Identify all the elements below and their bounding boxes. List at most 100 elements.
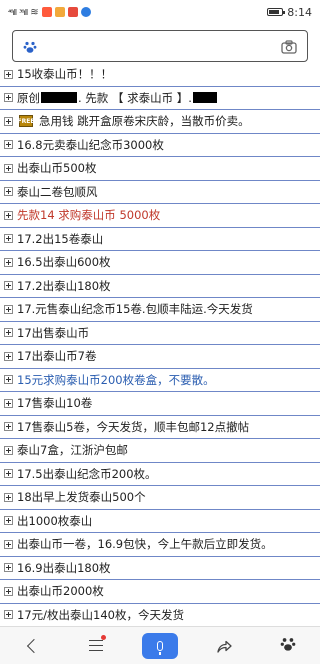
- thread-row[interactable]: 先款14 求购泰山币 5000枚: [0, 204, 320, 228]
- thread-row[interactable]: 出泰山币一卷，16.9包快，今上午款后立即发货。: [0, 533, 320, 557]
- expand-icon[interactable]: [4, 516, 13, 526]
- expand-icon[interactable]: [4, 93, 13, 103]
- home-button[interactable]: [268, 631, 308, 661]
- thread-row[interactable]: 17元/枚出泰山140枚，今天发货: [0, 604, 320, 627]
- expand-icon[interactable]: [4, 234, 13, 244]
- expand-icon[interactable]: [4, 210, 13, 220]
- thread-title: 17元/枚出泰山140枚，今天发货: [17, 607, 184, 622]
- thread-title: 17出售泰山币: [17, 325, 90, 340]
- thread-title: 17售泰山5卷，今天发货，顺丰包邮12点撤帖: [17, 419, 250, 434]
- expand-icon[interactable]: [4, 328, 13, 338]
- thread-row[interactable]: 17.2出泰山180枚: [0, 275, 320, 298]
- expand-icon[interactable]: [4, 469, 13, 479]
- thread-title: 18出早上发货泰山500个: [17, 490, 146, 505]
- thread-title: 15元求购泰山币200枚卷盒，不要散。: [17, 372, 215, 387]
- share-button[interactable]: [204, 631, 244, 661]
- expand-icon[interactable]: [4, 492, 13, 502]
- thread-title: . 先款 【 求泰山币 】.: [78, 90, 192, 105]
- battery-icon: [267, 8, 286, 16]
- voice-button[interactable]: [140, 631, 180, 661]
- menu-button[interactable]: [76, 631, 116, 661]
- thread-row[interactable]: 15元求购泰山币200枚卷盒，不要散。: [0, 369, 320, 392]
- expand-icon[interactable]: [4, 69, 13, 79]
- thread-row[interactable]: 17出售泰山币: [0, 322, 320, 345]
- expand-icon[interactable]: [4, 539, 13, 549]
- thread-title: 17出泰山币7卷: [17, 349, 97, 364]
- expand-icon[interactable]: [4, 304, 13, 314]
- thread-row[interactable]: 17售泰山10卷: [0, 392, 320, 416]
- app-notification-icon-3: [67, 7, 78, 17]
- thread-title: 泰山7盒，江浙沪包邮: [17, 443, 128, 458]
- thread-title: 17售泰山10卷: [17, 396, 93, 411]
- thread-row[interactable]: 原创 . 先款 【 求泰山币 】.: [0, 87, 320, 110]
- redacted-block: [41, 92, 77, 104]
- thread-row[interactable]: 16.5出泰山600枚: [0, 251, 320, 275]
- status-right: 8:14: [267, 6, 312, 19]
- thread-title: 先款14 求购泰山币 5000枚: [17, 208, 161, 223]
- paw-icon[interactable]: [23, 39, 37, 53]
- signal-icon-2: ³⁶ıll: [19, 7, 28, 17]
- thread-title: 17.元售泰山纪念币15卷.包顺丰陆运.今天发货: [17, 302, 253, 317]
- search-box[interactable]: [12, 30, 308, 62]
- expand-icon[interactable]: [4, 563, 13, 573]
- expand-icon[interactable]: [4, 281, 13, 291]
- thread-row[interactable]: 17.2出15卷泰山: [0, 228, 320, 251]
- thread-title: 出泰山币500枚: [17, 161, 97, 176]
- status-bar: ⁴⁶ıll ³⁶ıll ≋ 8:14: [0, 0, 320, 24]
- thread-row[interactable]: 17售泰山5卷，今天发货，顺丰包邮12点撤帖: [0, 416, 320, 439]
- menu-icon: [89, 640, 103, 651]
- thread-list: 15收泰山币！！！ 原创 . 先款 【 求泰山币 】. FREE 急用钱 跳开盒原卷宋庆…: [0, 63, 320, 627]
- signal-icon: ⁴⁶ıll: [8, 7, 17, 17]
- thread-row[interactable]: 出1000枚泰山: [0, 510, 320, 533]
- thread-title: 急用钱 跳开盒原卷宋庆龄，当散币价卖。: [39, 114, 250, 129]
- paw-icon: [280, 636, 296, 656]
- thread-row[interactable]: 16.9出泰山180枚: [0, 557, 320, 580]
- thread-title: 出泰山币2000枚: [17, 584, 104, 599]
- thread-row[interactable]: 17出泰山币7卷: [0, 345, 320, 369]
- thread-row[interactable]: 泰山二卷包顺风: [0, 181, 320, 204]
- thread-row[interactable]: FREE 急用钱 跳开盒原卷宋庆龄，当散币价卖。: [0, 110, 320, 134]
- wifi-icon: ≋: [30, 6, 39, 18]
- search-input[interactable]: [37, 39, 281, 53]
- app-notification-icon-4: [80, 7, 91, 17]
- thread-title: 17.2出15卷泰山: [17, 231, 104, 246]
- back-button[interactable]: [12, 631, 52, 661]
- thread-title: 出1000枚泰山: [17, 513, 93, 528]
- thread-row[interactable]: 15收泰山币！！！: [0, 63, 320, 87]
- thread-title: 16.9出泰山180枚: [17, 560, 111, 575]
- thread-row[interactable]: 泰山7盒，江浙沪包邮: [0, 439, 320, 463]
- expand-icon[interactable]: [4, 586, 13, 596]
- expand-icon[interactable]: [4, 257, 13, 267]
- thread-row[interactable]: 18出早上发货泰山500个: [0, 486, 320, 510]
- thread-row[interactable]: 17.5出泰山纪念币200枚。: [0, 463, 320, 486]
- battery-level: [269, 10, 280, 14]
- clock: 8:14: [287, 5, 312, 19]
- mic-icon: [157, 640, 163, 655]
- redacted-block: [192, 92, 217, 104]
- thread-row[interactable]: 出泰山币2000枚: [0, 580, 320, 604]
- expand-icon[interactable]: [4, 422, 13, 432]
- thread-title: 15收泰山币！！！: [17, 67, 113, 82]
- share-icon: [216, 639, 232, 653]
- search-bar: [12, 30, 308, 62]
- status-left: ⁴⁶ıll ³⁶ıll ≋: [8, 7, 91, 18]
- expand-icon[interactable]: [4, 163, 13, 173]
- app-notification-icon-1: [41, 7, 52, 17]
- thread-row[interactable]: 16.8元卖泰山纪念币3000枚: [0, 134, 320, 157]
- app-notification-icon-2: [54, 7, 65, 17]
- expand-icon[interactable]: [4, 351, 13, 361]
- expand-icon[interactable]: [4, 398, 13, 408]
- thread-row[interactable]: 17.元售泰山纪念币15卷.包顺丰陆运.今天发货: [0, 298, 320, 322]
- expand-icon[interactable]: [4, 187, 13, 197]
- back-icon: [26, 638, 42, 653]
- expand-icon[interactable]: [4, 445, 13, 455]
- expand-icon[interactable]: [4, 610, 13, 620]
- expand-icon[interactable]: [4, 116, 13, 126]
- expand-icon[interactable]: [4, 140, 13, 150]
- bottom-nav: [0, 626, 320, 664]
- camera-icon[interactable]: [281, 39, 297, 54]
- thread-row[interactable]: 出泰山币500枚: [0, 157, 320, 181]
- thread-title: 泰山二卷包顺风: [17, 184, 98, 199]
- expand-icon[interactable]: [4, 375, 13, 385]
- thread-title: 17.2出泰山180枚: [17, 278, 111, 293]
